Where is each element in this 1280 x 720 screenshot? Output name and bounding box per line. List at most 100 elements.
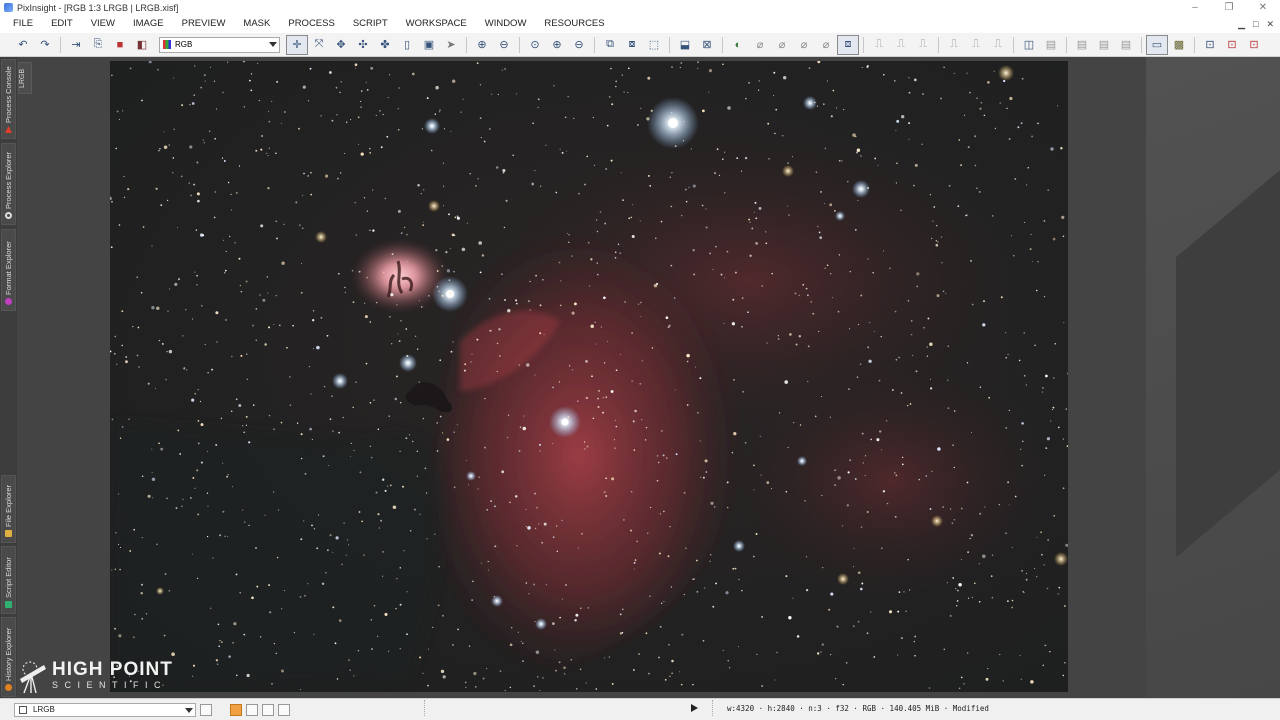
tab-process-explorer-label: Process Explorer bbox=[4, 151, 13, 209]
pan-mode-icon[interactable]: ✥ bbox=[330, 35, 352, 55]
menu-mask[interactable]: MASK bbox=[234, 15, 279, 33]
zoom-in-icon[interactable]: ⊕ bbox=[471, 35, 493, 55]
arrange-icon[interactable]: ⬓ bbox=[674, 35, 696, 55]
menu-view[interactable]: VIEW bbox=[82, 15, 124, 33]
channel-select-value: RGB bbox=[175, 40, 193, 49]
image-view[interactable] bbox=[110, 61, 1068, 692]
menu-file[interactable]: FILE bbox=[0, 15, 42, 33]
page-icon[interactable]: ▯ bbox=[396, 35, 418, 55]
tab-script-editor[interactable]: Script Editor bbox=[1, 546, 16, 614]
toolbar-separator bbox=[863, 36, 864, 53]
status-bar: LRGB w:4320 · h:2840 · n:3 · f32 · RGB ·… bbox=[0, 698, 1280, 720]
mdi-close-icon[interactable]: ✕ bbox=[1266, 19, 1274, 30]
toolbar-separator bbox=[60, 36, 61, 53]
fit-window-icon[interactable]: ⧇ bbox=[621, 35, 643, 55]
menu-image[interactable]: IMAGE bbox=[124, 15, 173, 33]
mdi-controls: ▁ □ ✕ bbox=[1238, 15, 1274, 33]
tab-process-explorer[interactable]: Process Explorer bbox=[1, 143, 16, 225]
image-info: w:4320 · h:2840 · n:3 · f32 · RGB · 140.… bbox=[727, 704, 989, 713]
monitor-color-icon[interactable]: ▩ bbox=[1168, 35, 1190, 55]
zoom-fit-icon[interactable]: ⤧ bbox=[308, 35, 330, 55]
menu-workspace[interactable]: WORKSPACE bbox=[397, 15, 476, 33]
telescope-icon bbox=[12, 655, 52, 695]
tab-file-explorer[interactable]: File Explorer bbox=[1, 475, 16, 543]
menu-preview[interactable]: PREVIEW bbox=[173, 15, 235, 33]
toolbar-separator bbox=[1141, 36, 1142, 53]
stf-green-icon[interactable]: ⎍ bbox=[965, 35, 987, 55]
stf-red-icon[interactable]: ⎍ bbox=[943, 35, 965, 55]
tab-format-explorer[interactable]: Format Explorer bbox=[1, 229, 16, 311]
screen-icon[interactable]: ⊡ bbox=[1199, 35, 1221, 55]
menu-resources[interactable]: RESOURCES bbox=[535, 15, 613, 33]
menu-edit[interactable]: EDIT bbox=[42, 15, 82, 33]
restore-button[interactable]: ❐ bbox=[1212, 0, 1246, 15]
channel-select[interactable]: RGB bbox=[159, 36, 280, 53]
chevron-down-icon bbox=[185, 707, 193, 713]
script-icon bbox=[5, 601, 12, 608]
menu-bar: FILE EDIT VIEW IMAGE PREVIEW MASK PROCES… bbox=[0, 15, 1280, 33]
mask-invert-icon[interactable]: ⌀ bbox=[749, 35, 771, 55]
watermark-title: HIGH POINT bbox=[52, 658, 173, 680]
monitor-icon[interactable]: ▭ bbox=[1146, 34, 1168, 55]
explorer-icon[interactable]: ◫ bbox=[1018, 35, 1040, 55]
screen-red-icon[interactable]: ⊡ bbox=[1221, 35, 1243, 55]
preview-color-1-button[interactable] bbox=[230, 703, 242, 716]
view-select[interactable]: LRGB bbox=[14, 702, 196, 717]
zoom-to-fit-icon[interactable]: ⊕ bbox=[546, 35, 568, 55]
proofing-icon[interactable]: ◧ bbox=[131, 35, 153, 55]
stf-reset-icon[interactable]: ⎍ bbox=[912, 35, 934, 55]
zoom-optimal-icon[interactable]: ⊖ bbox=[568, 35, 590, 55]
view-tab-lrgb[interactable]: LRGB bbox=[18, 62, 32, 94]
menu-window[interactable]: WINDOW bbox=[476, 15, 536, 33]
mask-link-icon[interactable]: ⌀ bbox=[793, 35, 815, 55]
splitter-grip[interactable] bbox=[424, 700, 426, 716]
stf-blue-icon[interactable]: ⎍ bbox=[987, 35, 1009, 55]
stf-auto-icon[interactable]: ⎍ bbox=[868, 35, 890, 55]
mask-show-icon[interactable]: ◐ bbox=[727, 35, 749, 55]
window-title: PixInsight - [RGB 1:3 LRGB | LRGB.xisf] bbox=[17, 2, 179, 13]
redo-icon[interactable]: ↷ bbox=[34, 35, 56, 55]
stf-link-icon[interactable]: ⧈ bbox=[837, 34, 859, 55]
undo-icon[interactable]: ↶ bbox=[12, 35, 34, 55]
pointer-icon[interactable]: ➤ bbox=[440, 35, 462, 55]
minimize-button[interactable]: – bbox=[1178, 0, 1212, 15]
view-options-button[interactable] bbox=[200, 703, 212, 716]
preview-color-4-button[interactable] bbox=[278, 703, 290, 716]
layout-2-icon[interactable]: ▤ bbox=[1093, 35, 1115, 55]
tile-icon[interactable]: ⊠ bbox=[696, 35, 718, 55]
menu-script[interactable]: SCRIPT bbox=[344, 15, 397, 33]
zoom-1-1-icon[interactable]: ⊙ bbox=[524, 35, 546, 55]
panel-icon[interactable]: ▤ bbox=[1040, 35, 1062, 55]
fit-view-icon[interactable]: ⧉ bbox=[599, 35, 621, 55]
close-button[interactable]: ✕ bbox=[1246, 0, 1280, 15]
color-manage-icon[interactable]: ■ bbox=[109, 35, 131, 55]
tab-process-console[interactable]: Process Console bbox=[1, 59, 16, 139]
mask-options-icon[interactable]: ⌀ bbox=[815, 35, 837, 55]
view-select-value: LRGB bbox=[33, 705, 55, 714]
mdi-maximize-icon[interactable]: □ bbox=[1253, 19, 1258, 29]
tab-process-console-label: Process Console bbox=[4, 66, 13, 123]
image-window-icon bbox=[19, 705, 27, 714]
history-icon[interactable]: ⇥ bbox=[65, 35, 87, 55]
center-icon[interactable]: ✤ bbox=[374, 35, 396, 55]
splitter-grip[interactable] bbox=[712, 700, 714, 716]
process-icon[interactable]: ⎘ bbox=[87, 35, 109, 55]
pixinsight-logo-icon bbox=[4, 3, 13, 12]
frame-icon[interactable]: ▣ bbox=[418, 35, 440, 55]
readout-mode-icon[interactable]: ✛ bbox=[286, 34, 308, 55]
layout-1-icon[interactable]: ▤ bbox=[1071, 35, 1093, 55]
screen-close-icon[interactable]: ⊡ bbox=[1243, 35, 1265, 55]
preview-color-3-button[interactable] bbox=[262, 703, 274, 716]
mdi-minimize-icon[interactable]: ▁ bbox=[1238, 19, 1245, 30]
move-icon[interactable]: ✣ bbox=[352, 35, 374, 55]
zoom-out-icon[interactable]: ⊖ bbox=[493, 35, 515, 55]
toolbar-separator bbox=[669, 36, 670, 53]
toolbar-separator bbox=[466, 36, 467, 53]
play-icon[interactable] bbox=[691, 704, 698, 712]
stf-boost-icon[interactable]: ⎍ bbox=[890, 35, 912, 55]
layout-3-icon[interactable]: ▤ bbox=[1115, 35, 1137, 55]
preview-color-2-button[interactable] bbox=[246, 703, 258, 716]
mask-enable-icon[interactable]: ⌀ bbox=[771, 35, 793, 55]
adjust-view-icon[interactable]: ⬚ bbox=[643, 35, 665, 55]
menu-process[interactable]: PROCESS bbox=[279, 15, 343, 33]
